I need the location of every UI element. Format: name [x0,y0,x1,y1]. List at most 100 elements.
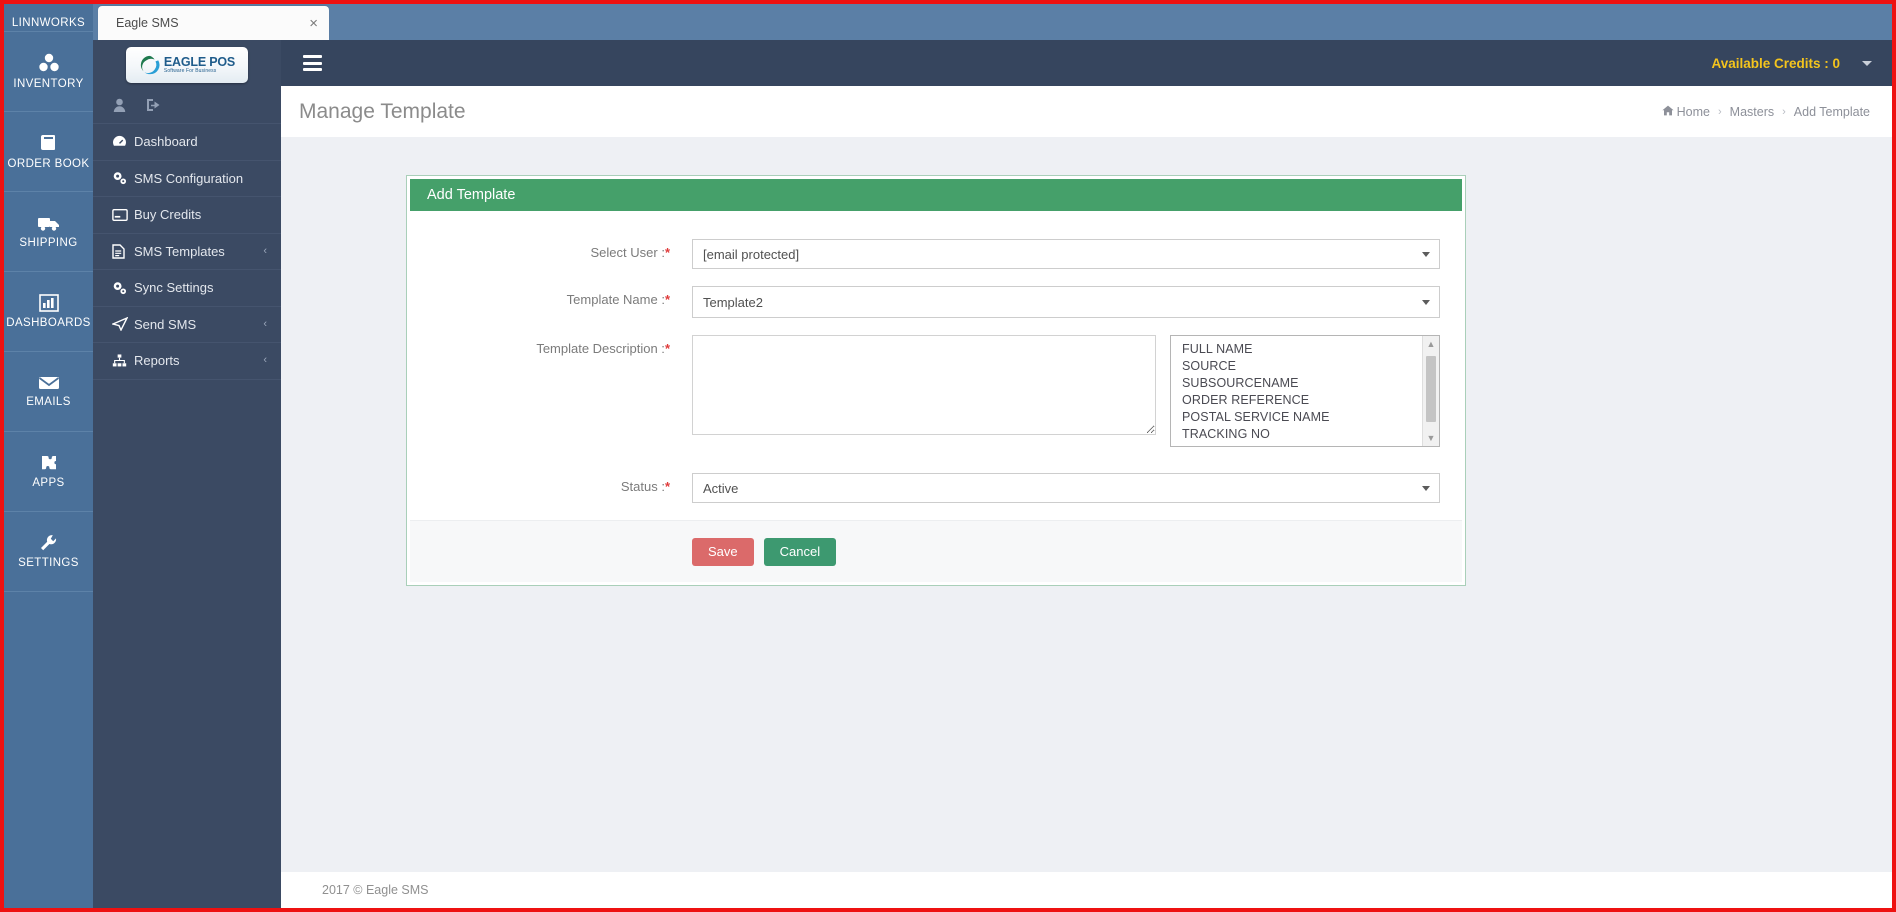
available-credits-label: Available Credits : 0 [1711,55,1840,71]
panel-header: Add Template [410,179,1462,211]
template-description-textarea[interactable] [692,335,1156,435]
rail-item-apps[interactable]: APPS [4,432,93,512]
rail-item-order-book[interactable]: ORDER BOOK [4,112,93,192]
rail-item-emails[interactable]: EMAILS [4,352,93,432]
cancel-button[interactable]: Cancel [763,537,837,566]
rail-item-dashboards[interactable]: DASHBOARDS [4,272,93,352]
page-content: Add Template Select User :* [email prote… [281,137,1892,872]
sidebar-item-sync-settings[interactable]: Sync Settings [93,270,281,307]
rail-item-linnworks[interactable]: LINNWORKS [4,4,93,32]
breadcrumb-item-add-template: Add Template [1793,104,1870,119]
breadcrumb-separator: › [1782,105,1786,118]
app-sidebar: EAGLE POS Software For Business Dashboar… [93,40,281,908]
brand-logo[interactable]: EAGLE POS Software For Business [93,40,281,86]
list-item[interactable]: ORDER REFERENCE [1182,392,1422,409]
breadcrumb: Home › Masters › Add Template [1662,105,1870,119]
save-button[interactable]: Save [692,537,754,566]
rail-label: ORDER BOOK [7,158,90,170]
top-navbar: Available Credits : 0 [281,40,1892,86]
form-row-select-user: Select User :* [email protected] [432,239,1440,269]
scroll-down-icon[interactable]: ▼ [1423,430,1439,446]
file-text-icon [112,244,134,259]
sidebar-item-label: SMS Templates [134,243,225,259]
puzzle-icon [39,454,59,472]
gears-icon [112,281,134,295]
select-user-label: Select User :* [590,245,670,260]
merge-fields-list: FULL NAME SOURCE SUBSOURCENAME ORDER REF… [1171,336,1422,446]
panel-body: Select User :* [email protected] Templat… [410,211,1462,582]
list-item[interactable]: TRACKING NO [1182,426,1422,443]
application-root: EAGLE POS Software For Business Dashboar… [93,40,1892,908]
required-asterisk: * [664,341,670,356]
sidebar-user-actions [93,86,281,124]
logout-icon[interactable] [146,98,161,112]
browser-tab-title: Eagle SMS [116,16,179,30]
sidebar-item-sms-configuration[interactable]: SMS Configuration [93,161,281,197]
required-asterisk: * [664,245,670,260]
template-name-dropdown[interactable]: Template2 [692,286,1440,318]
chevron-left-icon: ‹ [263,317,267,330]
list-item[interactable]: SUBSOURCENAME [1182,375,1422,392]
select-user-value: [email protected] [703,246,800,262]
linnworks-icon [39,4,59,16]
sidebar-item-label: Dashboard [134,134,198,150]
status-dropdown[interactable]: Active [692,473,1440,503]
browser-window: LINNWORKS INVENTORY ORDER BOOK SHIPPING … [0,0,1896,912]
sidebar-item-label: Sync Settings [134,280,214,296]
breadcrumb-label: Home [1676,104,1710,119]
browser-tab[interactable]: Eagle SMS × [98,6,329,40]
sidebar-item-sms-templates[interactable]: SMS Templates ‹ [93,234,281,270]
form-row-template-description: Template Description :* FULL NAME SOURCE… [432,335,1440,447]
user-icon[interactable] [113,98,126,112]
home-icon [1662,105,1674,116]
list-item[interactable]: FULL NAME [1182,341,1422,358]
scroll-up-icon[interactable]: ▲ [1423,336,1439,352]
rail-item-inventory[interactable]: INVENTORY [4,32,93,112]
app-footer: 2017 © Eagle SMS [281,872,1892,908]
template-name-value: Template2 [703,294,763,310]
listbox-scrollbar[interactable]: ▲ ▼ [1422,336,1439,446]
linnworks-launcher-rail: LINNWORKS INVENTORY ORDER BOOK SHIPPING … [4,4,93,908]
sidebar-item-dashboard[interactable]: Dashboard [93,124,281,161]
gears-icon [112,171,134,185]
add-template-panel: Add Template Select User :* [email prote… [406,175,1466,586]
form-row-template-name: Template Name :* Template2 [432,286,1440,318]
chevron-left-icon: ‹ [263,354,267,367]
sidebar-toggle-button[interactable] [293,40,331,86]
sidebar-item-buy-credits[interactable]: Buy Credits [93,197,281,234]
merge-fields-listbox[interactable]: FULL NAME SOURCE SUBSOURCENAME ORDER REF… [1170,335,1440,447]
required-asterisk: * [664,292,670,307]
rail-label: LINNWORKS [11,17,86,29]
sidebar-item-label: Buy Credits [134,207,202,223]
breadcrumb-item-masters[interactable]: Masters [1730,105,1774,119]
rail-item-settings[interactable]: SETTINGS [4,512,93,592]
sidebar-item-send-sms[interactable]: Send SMS ‹ [93,307,281,343]
rail-label: APPS [32,477,65,489]
book-icon [39,133,59,153]
copyright-text: 2017 © Eagle SMS [322,883,429,897]
list-item[interactable]: POSTAL SERVICE NAME [1182,409,1422,426]
rail-item-shipping[interactable]: SHIPPING [4,192,93,272]
scrollbar-thumb[interactable] [1426,356,1436,422]
rail-label: INVENTORY [13,78,84,90]
breadcrumb-item-home[interactable]: Home [1662,105,1710,119]
sidebar-item-label: SMS Configuration [134,170,244,186]
select-user-dropdown[interactable]: [email protected] [692,239,1440,269]
chevron-down-icon[interactable] [1862,60,1872,66]
sidebar-item-reports[interactable]: Reports ‹ [93,343,281,380]
available-credits-dropdown[interactable]: Available Credits : 0 [1711,56,1892,71]
envelope-icon [38,375,60,391]
page-header: Manage Template Home › Masters › Add Tem… [281,86,1892,137]
bar-chart-icon [38,294,59,312]
sidebar-item-label: Send SMS [134,316,197,332]
browser-tab-strip: Eagle SMS × [93,4,1892,40]
list-item[interactable]: BUYING CREDITS [1182,443,1422,446]
credit-card-icon [112,208,134,221]
panel-title: Add Template [427,187,516,203]
sidebar-item-label: Reports [134,353,180,369]
template-name-label: Template Name :* [566,292,670,307]
close-icon[interactable]: × [306,16,321,31]
list-item[interactable]: SOURCE [1182,358,1422,375]
boxes-icon [38,53,60,73]
breadcrumb-separator: › [1717,105,1722,118]
